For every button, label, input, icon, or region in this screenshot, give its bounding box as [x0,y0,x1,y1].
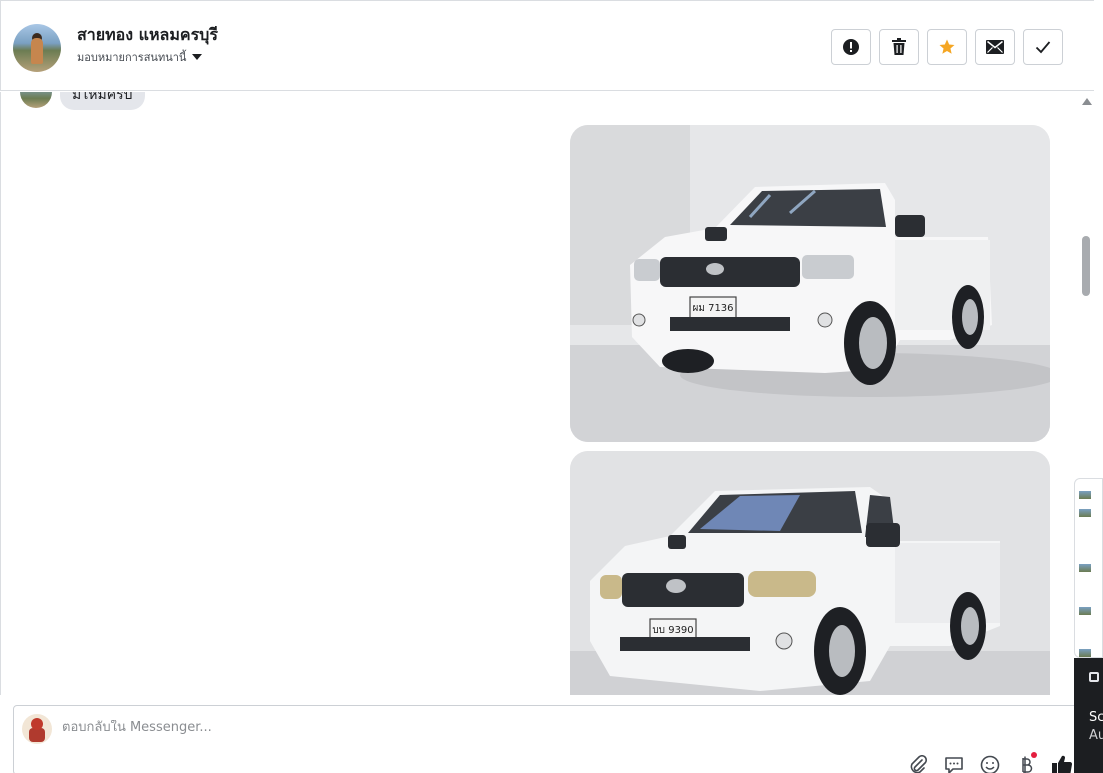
side-thumbnail[interactable] [1079,509,1091,517]
notification-title: Sc [1089,710,1103,725]
mark-unread-button[interactable] [975,29,1015,65]
calendar-icon [1089,672,1099,682]
conversation-header: สายทอง แหลมครบุรี มอบหมายการสนทนานี้ [0,0,1094,91]
photo-attachment[interactable]: บบ 9390 [570,451,1050,695]
page-avatar [22,714,52,744]
message-thread[interactable]: มีไหมครับ ผม 7136 บบ 9390 [0,92,1094,695]
header-actions [831,29,1063,65]
side-thumbnail[interactable] [1079,564,1091,572]
emoji-icon [980,755,1000,773]
assign-label: มอบหมายการสนทนานี้ [77,51,187,64]
notification-subtitle: Au [1089,728,1103,743]
incoming-message-bubble[interactable]: มีไหมครับ [60,92,145,110]
contact-avatar[interactable] [13,24,61,72]
caret-down-icon [192,54,203,60]
mark-done-button[interactable] [1023,29,1063,65]
attach-button[interactable] [907,754,929,773]
side-thumbnail[interactable] [1079,649,1091,657]
sender-avatar [20,92,52,108]
scroll-up-arrow-icon[interactable] [1082,98,1092,105]
side-conversation-list[interactable] [1074,478,1103,658]
delete-button[interactable] [879,29,919,65]
photo-attachment[interactable]: ผม 7136 [570,125,1050,442]
pickup-truck-image: ผม 7136 [570,125,1050,442]
trash-icon [892,38,906,55]
paperclip-icon [910,755,928,773]
emoji-button[interactable] [979,754,1001,773]
star-button[interactable] [927,29,967,65]
pickup-truck-image: บบ 9390 [570,451,1050,695]
license-plate-text: บบ 9390 [652,625,693,636]
alert-icon [843,39,859,55]
star-icon [939,39,955,54]
reply-input[interactable] [62,720,762,735]
side-notification[interactable]: Sc Au [1074,658,1103,773]
composer-tools [907,752,1073,773]
side-thumbnail[interactable] [1079,491,1091,499]
notification-dot [1031,752,1037,758]
inbox-conversation: สายทอง แหลมครบุรี มอบหมายการสนทนานี้ มีไ… [0,0,1103,773]
license-plate-text: ผม 7136 [692,303,733,314]
thumbs-up-icon [1052,755,1073,773]
assign-conversation-dropdown[interactable]: มอบหมายการสนทนานี้ [77,48,203,66]
mark-spam-button[interactable] [831,29,871,65]
check-icon [1035,41,1051,54]
envelope-icon [986,40,1004,54]
saved-replies-button[interactable] [943,754,965,773]
side-thumbnail[interactable] [1079,607,1091,615]
payment-button[interactable] [1015,752,1037,773]
like-button[interactable] [1051,754,1073,773]
reply-composer [13,705,1083,773]
contact-name[interactable]: สายทอง แหลมครบุรี [77,23,218,48]
scrollbar-thumb[interactable] [1082,236,1090,296]
chat-bubble-icon [945,757,963,773]
